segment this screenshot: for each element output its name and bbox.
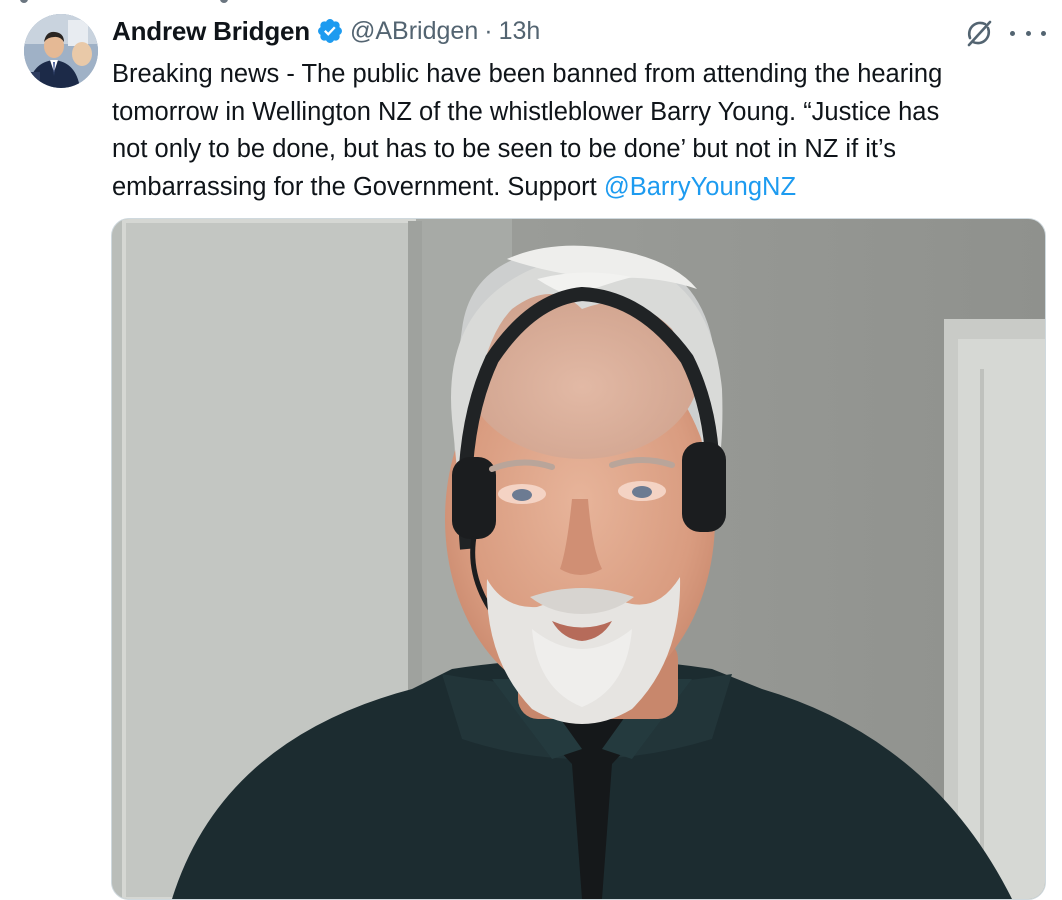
author-name[interactable]: Andrew Bridgen bbox=[112, 16, 310, 47]
tweet-text-segment: embarrassing for the Government. Support bbox=[112, 172, 604, 201]
tweet-timestamp[interactable]: 13h bbox=[499, 17, 541, 46]
photo-man-with-headset bbox=[112, 219, 1045, 899]
tweet-text-line: Breaking news - The public have been ban… bbox=[112, 60, 943, 88]
verified-badge-icon[interactable] bbox=[316, 17, 344, 45]
author-handle[interactable]: @ABridgen bbox=[350, 17, 478, 46]
tweet-text: Breaking news - The public have been ban… bbox=[112, 56, 1042, 206]
grok-icon[interactable] bbox=[962, 16, 996, 50]
tweet-text-line: embarrassing for the Government. Support… bbox=[112, 169, 1042, 207]
tweet-text-line: not only to be done, but has to be seen … bbox=[112, 135, 896, 163]
separator: · bbox=[484, 16, 493, 45]
tweet-header: Andrew Bridgen @ABridgen · 13h bbox=[112, 12, 540, 50]
mention-link[interactable]: @BarryYoungNZ bbox=[604, 173, 796, 201]
avatar[interactable] bbox=[24, 14, 98, 88]
tweet-text-line: tomorrow in Wellington NZ of the whistle… bbox=[112, 97, 940, 126]
tweet-media-image[interactable] bbox=[111, 218, 1046, 900]
more-options-icon[interactable] bbox=[1010, 18, 1046, 48]
tweet[interactable]: Andrew Bridgen @ABridgen · 13h Breaking … bbox=[0, 0, 1062, 900]
